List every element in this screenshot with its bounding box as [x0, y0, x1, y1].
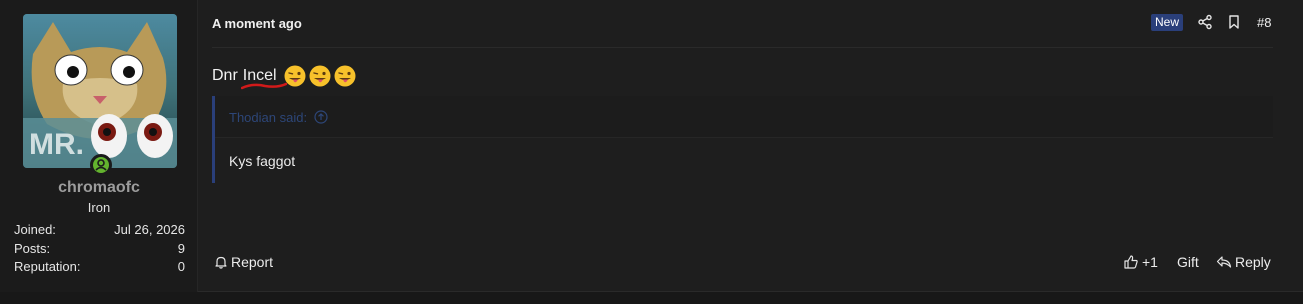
stat-value: 9: [177, 241, 185, 256]
bell-icon: [215, 256, 227, 269]
stat-label: Posts:: [14, 241, 51, 256]
gift-button[interactable]: Gift: [1177, 254, 1199, 270]
stat-label: Reputation:: [14, 259, 81, 274]
post-number[interactable]: #8: [1257, 15, 1271, 30]
forum-post: MR. chromaofc Iron Joined: Jul 26, 2026 …: [0, 0, 1303, 292]
message-highlight-text: Incel: [240, 67, 287, 90]
user-sidebar: MR. chromaofc Iron Joined: Jul 26, 2026 …: [0, 0, 198, 292]
user-rank: Iron: [87, 200, 111, 215]
post-message: Dnr Incel: [212, 65, 356, 90]
quote-author-label: Thodian said:: [229, 110, 308, 125]
red-underline-icon: [240, 82, 287, 90]
username[interactable]: chromaofc: [0, 179, 198, 197]
bookmark-icon[interactable]: [1226, 14, 1242, 30]
stat-joined: Joined: Jul 26, 2026: [14, 222, 185, 238]
winking-tongue-emoji-icon: [284, 65, 306, 87]
avatar-image: MR.: [23, 14, 177, 168]
header-divider: [212, 47, 1273, 48]
new-badge: New: [1151, 14, 1184, 31]
reply-button[interactable]: Reply: [1216, 254, 1271, 270]
arrow-up-circle-icon[interactable]: [314, 110, 328, 124]
quote-author[interactable]: Thodian said:: [229, 110, 328, 125]
user-avatar[interactable]: MR.: [23, 14, 177, 168]
like-button[interactable]: +1: [1123, 254, 1158, 270]
winking-tongue-emoji-icon: [334, 65, 356, 87]
share-icon[interactable]: [1197, 14, 1213, 30]
quote-header: Thodian said:: [215, 96, 1273, 138]
stat-reputation: Reputation: 0: [14, 259, 185, 275]
like-count: +1: [1142, 254, 1158, 270]
stat-posts: Posts: 9: [14, 241, 185, 257]
gift-label: Gift: [1177, 254, 1199, 270]
reply-label: Reply: [1235, 254, 1271, 270]
post-timestamp[interactable]: A moment ago: [212, 16, 302, 31]
svg-text:MR.: MR.: [29, 128, 84, 161]
reply-icon: [1216, 256, 1232, 268]
stat-label: Joined:: [14, 222, 56, 237]
report-button[interactable]: Report: [214, 254, 273, 270]
quote-block: Thodian said: Kys faggot: [212, 96, 1273, 183]
online-status-icon: [90, 154, 112, 176]
report-label: Report: [231, 254, 274, 270]
message-text: Dnr: [212, 67, 238, 84]
quote-body: Kys faggot: [229, 153, 296, 169]
winking-tongue-emoji-icon: [309, 65, 331, 87]
stat-value: 0: [177, 259, 185, 274]
stat-value: Jul 26, 2026: [114, 222, 185, 237]
thumbs-up-icon: [1124, 255, 1138, 269]
